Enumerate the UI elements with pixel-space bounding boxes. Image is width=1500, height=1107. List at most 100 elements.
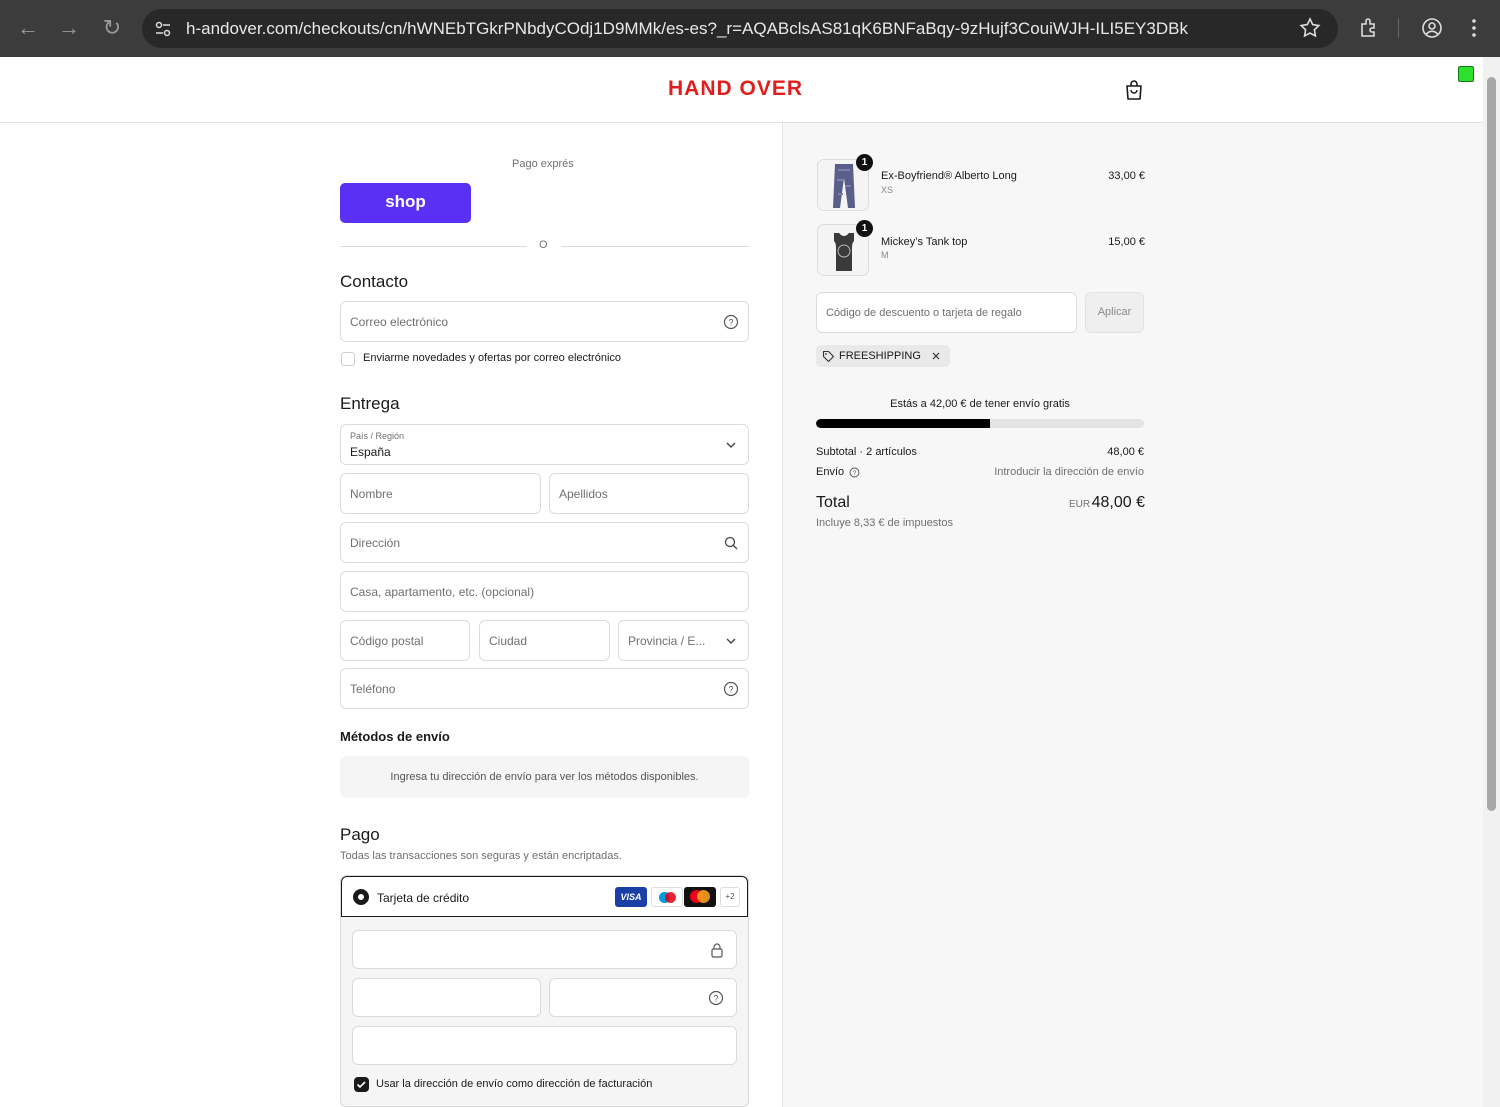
item-price: 33,00 € [1108, 170, 1145, 182]
billing-same-checkbox[interactable] [354, 1077, 369, 1092]
chevron-down-icon [726, 442, 736, 448]
divider-or: O [539, 239, 548, 251]
address-field[interactable]: Dirección [340, 522, 749, 563]
item-variant: XS [881, 185, 894, 195]
apartment-placeholder: Casa, apartamento, etc. (opcional) [350, 585, 535, 599]
extensions-icon[interactable] [1357, 16, 1381, 40]
bookmark-star-icon[interactable] [1298, 16, 1322, 40]
last-name-placeholder: Apellidos [559, 487, 608, 501]
country-value: España [350, 445, 391, 459]
payment-box: Tarjeta de crédito VISA +2 ? Usar la dir… [340, 875, 749, 1107]
page-scrollbar[interactable] [1483, 57, 1500, 1107]
item-name: Mickey’s Tank top [881, 236, 968, 248]
subtotal-label: Subtotal · 2 artículos [816, 446, 917, 458]
item-quantity-badge: 1 [856, 220, 873, 237]
billing-same-label: Usar la dirección de envío como direcció… [376, 1078, 653, 1090]
payment-subtitle: Todas las transacciones son seguras y es… [340, 850, 622, 862]
profile-icon[interactable] [1420, 16, 1444, 40]
visa-icon: VISA [615, 887, 647, 907]
city-field[interactable]: Ciudad [479, 620, 610, 661]
delivery-title: Entrega [340, 394, 400, 413]
shipping-label: Envío [816, 466, 845, 478]
checkout-form: Pago exprés shop O Contacto Correo elect… [0, 123, 783, 1107]
help-icon[interactable]: ? [708, 990, 724, 1006]
back-icon[interactable]: ← [14, 14, 42, 42]
email-placeholder: Correo electrónico [350, 315, 449, 329]
item-price: 15,00 € [1108, 236, 1145, 248]
extension-indicator [1458, 66, 1474, 82]
last-name-field[interactable]: Apellidos [549, 473, 749, 514]
shopping-bag-icon[interactable] [1124, 79, 1144, 101]
total-value: 48,00 € [1091, 494, 1145, 511]
divider-left [340, 246, 527, 247]
divider-right [561, 246, 749, 247]
item-quantity-badge: 1 [856, 154, 873, 171]
more-cards-badge: +2 [720, 887, 740, 907]
first-name-placeholder: Nombre [350, 487, 393, 501]
item-name: Ex-Boyfriend® Alberto Long [881, 170, 1017, 182]
reload-icon[interactable]: ↻ [98, 14, 126, 42]
applied-code: FREESHIPPING [839, 350, 921, 362]
postal-code-field[interactable]: Código postal [340, 620, 470, 661]
credit-card-label: Tarjeta de crédito [377, 891, 470, 905]
express-title: Pago exprés [512, 158, 574, 170]
shop-pay-button[interactable]: shop [340, 183, 471, 223]
tax-note: Incluye 8,33 € de impuestos [816, 517, 953, 529]
discount-code-field[interactable]: Código de descuento o tarjeta de regalo [816, 292, 1077, 333]
apply-button[interactable]: Aplicar [1085, 292, 1144, 333]
province-select[interactable]: Provincia / E... [618, 620, 749, 661]
site-info-icon[interactable] [154, 20, 172, 38]
order-summary: 1 Ex-Boyfriend® Alberto Long XS 33,00 € … [783, 123, 1483, 1107]
item-variant: M [881, 250, 889, 260]
search-icon [724, 536, 738, 550]
mastercard-icon [684, 887, 716, 907]
country-select[interactable]: País / Región España [340, 424, 749, 465]
city-placeholder: Ciudad [489, 634, 528, 648]
card-expiry-field[interactable] [352, 978, 541, 1017]
progress-fill [816, 419, 990, 428]
svg-text:?: ? [728, 685, 733, 695]
browser-toolbar: ← → ↻ h-andover.com/checkouts/cn/hWNEbTG… [0, 0, 1500, 57]
free-shipping-message: Estás a 42,00 € de tener envío gratis [890, 398, 1070, 410]
lock-icon [711, 943, 723, 958]
applied-discount-tag: FREESHIPPING [816, 345, 950, 367]
store-logo[interactable]: HAND OVER [668, 77, 803, 101]
help-icon[interactable]: ? [723, 681, 739, 697]
check-icon [356, 1081, 366, 1089]
credit-card-radio[interactable] [353, 889, 369, 905]
card-number-field[interactable] [352, 930, 737, 969]
first-name-field[interactable]: Nombre [340, 473, 541, 514]
newsletter-checkbox[interactable] [341, 352, 355, 366]
discount-placeholder: Código de descuento o tarjeta de regalo [826, 307, 1022, 319]
help-icon[interactable]: ? [723, 314, 739, 330]
svg-text:?: ? [713, 994, 718, 1004]
apartment-field[interactable]: Casa, apartamento, etc. (opcional) [340, 571, 749, 612]
postal-code-placeholder: Código postal [350, 634, 424, 648]
url-text: h-andover.com/checkouts/cn/hWNEbTGkrPNbd… [186, 19, 1188, 38]
card-cvv-field[interactable]: ? [549, 978, 737, 1017]
help-icon[interactable]: ? [849, 467, 860, 478]
forward-icon[interactable]: → [55, 14, 83, 42]
svg-text:?: ? [853, 470, 857, 477]
total-label: Total [816, 494, 850, 511]
email-field[interactable]: Correo electrónico ? [340, 301, 749, 342]
address-placeholder: Dirección [350, 536, 401, 550]
chevron-down-icon [726, 638, 736, 644]
shipping-methods-title: Métodos de envío [340, 729, 450, 744]
toolbar-divider [1398, 18, 1399, 38]
phone-placeholder: Teléfono [350, 682, 396, 696]
newsletter-label: Enviarme novedades y ofertas por correo … [363, 352, 622, 364]
svg-text:?: ? [728, 318, 733, 328]
contact-title: Contacto [340, 272, 409, 291]
phone-field[interactable]: Teléfono ? [340, 668, 749, 709]
remove-discount-icon[interactable] [931, 351, 941, 361]
card-name-field[interactable] [352, 1026, 737, 1065]
address-bar[interactable]: h-andover.com/checkouts/cn/hWNEbTGkrPNbd… [142, 9, 1338, 48]
scrollbar-thumb[interactable] [1487, 77, 1496, 811]
credit-card-option[interactable]: Tarjeta de crédito VISA +2 [341, 876, 748, 917]
tag-icon [822, 350, 835, 363]
menu-kebab-icon[interactable] [1462, 16, 1486, 40]
country-label: País / Región [350, 431, 405, 441]
shipping-info-box: Ingresa tu dirección de envío para ver l… [340, 756, 749, 798]
province-placeholder: Provincia / E... [628, 634, 706, 648]
